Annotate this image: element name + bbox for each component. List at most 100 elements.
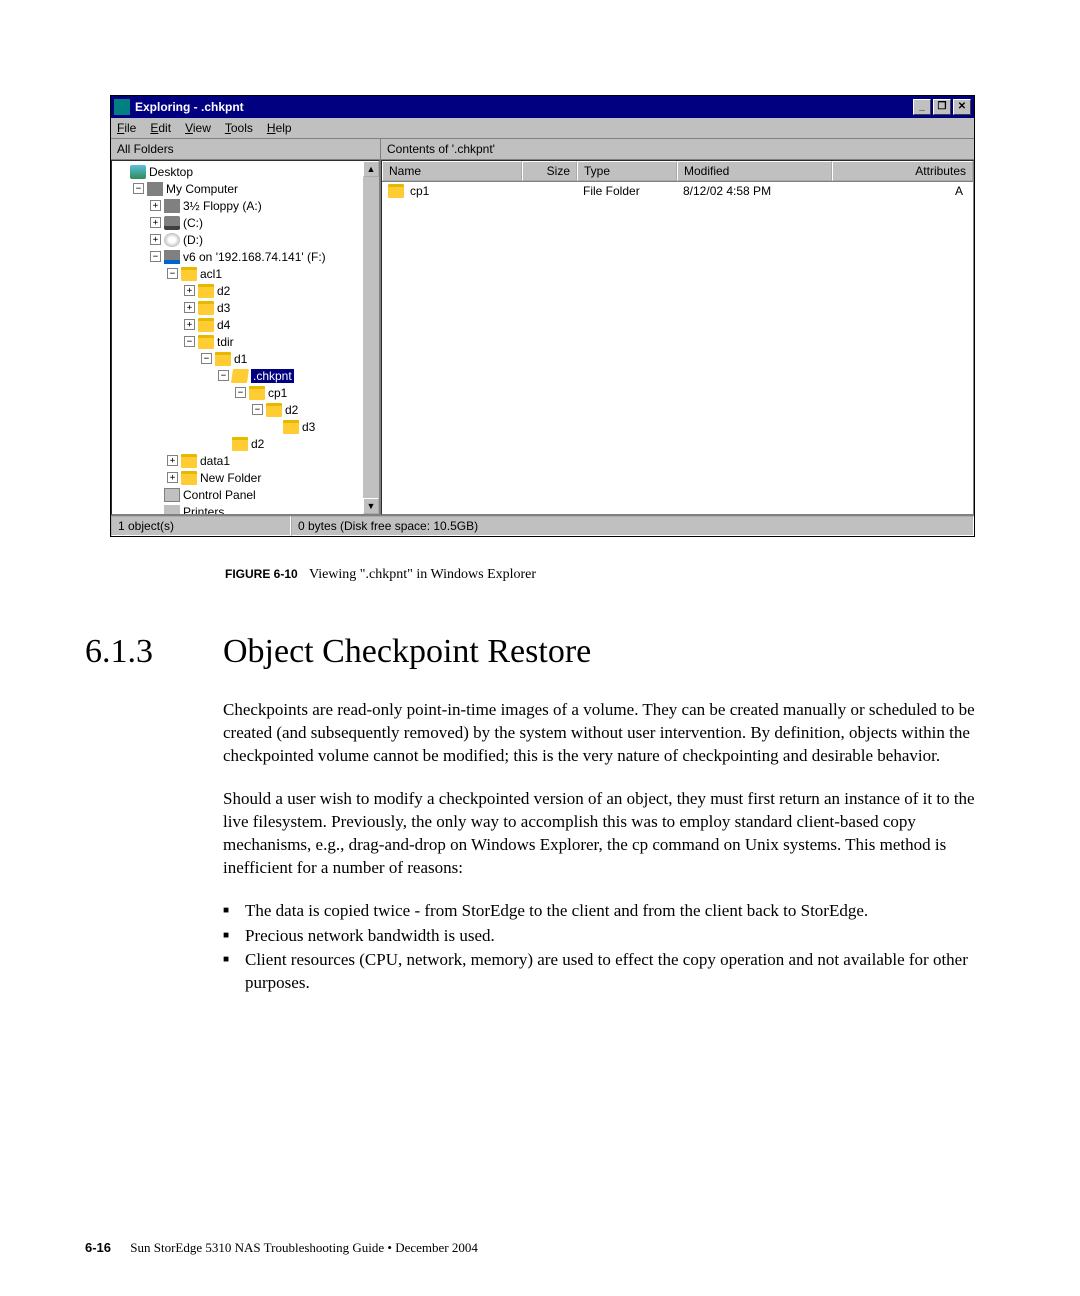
floppy-icon: [164, 199, 180, 213]
tree-label: .chkpnt: [251, 369, 294, 383]
minimize-button[interactable]: _: [913, 99, 931, 115]
section-title: Object Checkpoint Restore: [223, 633, 591, 671]
expander-icon[interactable]: +: [184, 319, 195, 330]
expander-icon[interactable]: −: [252, 404, 263, 415]
close-button[interactable]: ✕: [953, 99, 971, 115]
expander-icon[interactable]: +: [184, 285, 195, 296]
tree-label: tdir: [217, 335, 234, 349]
tree-item[interactable]: Printers: [116, 503, 377, 515]
menu-tools[interactable]: Tools: [225, 121, 253, 135]
tree-item[interactable]: +d3: [116, 299, 377, 316]
tree-item[interactable]: − .chkpnt: [116, 367, 377, 384]
window-title: Exploring - .chkpnt: [135, 100, 244, 114]
tree-label: My Computer: [166, 182, 238, 196]
tree-item[interactable]: d3: [116, 418, 377, 435]
folder-icon: [283, 420, 299, 434]
col-attributes[interactable]: Attributes: [832, 161, 973, 181]
tree-item[interactable]: −d2: [116, 401, 377, 418]
windows-explorer-screenshot: Exploring - .chkpnt _ ❐ ✕ File Edit View…: [110, 95, 975, 537]
column-headers: Name Size Type Modified Attributes: [382, 161, 973, 182]
left-pane-header: All Folders: [111, 139, 380, 160]
expander-icon[interactable]: −: [167, 268, 178, 279]
status-objects: 1 object(s): [111, 516, 291, 536]
col-size[interactable]: Size: [522, 161, 577, 181]
expander-icon[interactable]: −: [218, 370, 229, 381]
tree-item[interactable]: +New Folder: [116, 469, 377, 486]
expander-icon[interactable]: −: [201, 353, 212, 364]
maximize-button[interactable]: ❐: [933, 99, 951, 115]
file-list[interactable]: Name Size Type Modified Attributes cp1 F…: [381, 160, 974, 515]
expander-icon[interactable]: +: [167, 455, 178, 466]
tree-item[interactable]: − acl1: [116, 265, 377, 282]
tree-item[interactable]: Desktop: [116, 163, 377, 180]
tree-item[interactable]: +3½ Floppy (A:): [116, 197, 377, 214]
expander-icon[interactable]: +: [184, 302, 195, 313]
folder-icon: [181, 471, 197, 485]
footer-text: Sun StorEdge 5310 NAS Troubleshooting Gu…: [130, 1240, 478, 1255]
tree-item[interactable]: −cp1: [116, 384, 377, 401]
col-modified[interactable]: Modified: [677, 161, 832, 181]
drive-icon: [164, 216, 180, 230]
figure-text: Viewing ".chkpnt" in Windows Explorer: [309, 567, 536, 582]
tree-label: v6 on '192.168.74.141' (F:): [183, 250, 326, 264]
folder-icon: [198, 318, 214, 332]
menu-view[interactable]: View: [185, 121, 211, 135]
menu-bar: File Edit View Tools Help: [111, 118, 974, 139]
tree-label: (D:): [183, 233, 203, 247]
paragraph-2: Should a user wish to modify a checkpoin…: [223, 788, 1000, 880]
menu-edit[interactable]: Edit: [150, 121, 171, 135]
scroll-up-icon[interactable]: ▲: [363, 161, 379, 177]
tree-item[interactable]: d2: [116, 435, 377, 452]
expander-icon[interactable]: −: [150, 251, 161, 262]
tree-item[interactable]: + d4: [116, 316, 377, 333]
tree-item[interactable]: −d1: [116, 350, 377, 367]
file-attributes: A: [832, 183, 973, 199]
tree-label: d4: [217, 318, 230, 332]
tree-item[interactable]: Control Panel: [116, 486, 377, 503]
menu-help[interactable]: Help: [267, 121, 292, 135]
expander-icon[interactable]: +: [167, 472, 178, 483]
folder-icon: [266, 403, 282, 417]
desktop-icon: [130, 165, 146, 179]
tree-item[interactable]: − v6 on '192.168.74.141' (F:): [116, 248, 377, 265]
tree-label: d2: [251, 437, 264, 451]
col-type[interactable]: Type: [577, 161, 677, 181]
expander-icon[interactable]: −: [235, 387, 246, 398]
section-heading: 6.1.3 Object Checkpoint Restore: [85, 633, 1000, 671]
menu-file[interactable]: File: [117, 121, 136, 135]
file-name: cp1: [410, 184, 429, 198]
file-row[interactable]: cp1 File Folder 8/12/02 4:58 PM A: [382, 182, 973, 200]
expander-icon[interactable]: +: [150, 217, 161, 228]
expander-icon[interactable]: +: [150, 234, 161, 245]
tree-scrollbar[interactable]: ▲ ▼: [363, 161, 379, 514]
tree-label: acl1: [200, 267, 222, 281]
tree-item[interactable]: +d2: [116, 282, 377, 299]
expander-icon[interactable]: −: [133, 183, 144, 194]
expander-icon[interactable]: −: [184, 336, 195, 347]
tree-item[interactable]: + data1: [116, 452, 377, 469]
tree-label: 3½ Floppy (A:): [183, 199, 262, 213]
file-size: [522, 183, 577, 199]
figure-caption: FIGURE 6-10 Viewing ".chkpnt" in Windows…: [225, 567, 1000, 583]
tree-item[interactable]: +(C:): [116, 214, 377, 231]
status-space: 0 bytes (Disk free space: 10.5GB): [291, 516, 974, 536]
tree-item[interactable]: − tdir: [116, 333, 377, 350]
right-pane-header: Contents of '.chkpnt': [381, 139, 974, 160]
tree-item[interactable]: + (D:): [116, 231, 377, 248]
folder-icon: [198, 335, 214, 349]
tree-label: Control Panel: [183, 488, 256, 502]
paragraph-1: Checkpoints are read-only point-in-time …: [223, 699, 1000, 768]
tree-item[interactable]: − My Computer: [116, 180, 377, 197]
scroll-down-icon[interactable]: ▼: [363, 498, 379, 514]
file-modified: 8/12/02 4:58 PM: [677, 183, 832, 199]
tree-label: data1: [200, 454, 230, 468]
netdrive-icon: [164, 250, 180, 264]
cd-icon: [164, 233, 180, 247]
folder-icon: [181, 454, 197, 468]
computer-icon: [147, 182, 163, 196]
col-name[interactable]: Name: [382, 161, 522, 181]
folder-tree[interactable]: Desktop−My Computer+3½ Floppy (A:)+(C:)+…: [111, 160, 380, 515]
expander-icon[interactable]: +: [150, 200, 161, 211]
app-icon: [114, 99, 130, 115]
bullet-list: The data is copied twice - from StorEdge…: [223, 900, 1000, 996]
